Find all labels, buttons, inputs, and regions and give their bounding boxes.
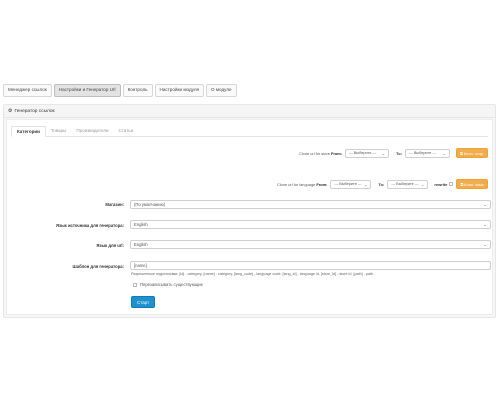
clone-store-label: Clone url for store From: bbox=[299, 150, 343, 156]
template-input-value: [name] bbox=[134, 263, 147, 268]
top-tabs: Менеджер ссылок Настройки и Генератор Ur… bbox=[3, 84, 237, 97]
overwrite-label: Перезаписывать существующие bbox=[140, 282, 203, 287]
chevron-down-icon: ⌄ bbox=[364, 181, 368, 187]
clone-store-to-label: To: bbox=[396, 150, 402, 156]
overwrite-checkbox[interactable] bbox=[133, 282, 137, 287]
url-language-label: Язык для url: bbox=[96, 243, 124, 248]
clone-store-row: Clone url for store From: --- Выберите -… bbox=[299, 148, 488, 158]
clone-language-row: Clone url for language From: --- Выберит… bbox=[277, 179, 488, 189]
source-language-label: Язык источника для генератора: bbox=[56, 223, 124, 228]
copy-icon: ⧉ bbox=[459, 150, 463, 156]
clone-language-to-value: --- Выберите --- bbox=[391, 182, 419, 186]
store-label: Магазин: bbox=[105, 202, 124, 207]
clone-store-button-label: Клон. стор. bbox=[463, 150, 484, 156]
subtab-categories[interactable]: Категории bbox=[11, 126, 46, 137]
clone-store-button[interactable]: ⧉ Клон. стор. bbox=[455, 148, 488, 158]
clone-language-from-value: --- Выберите --- bbox=[334, 182, 362, 186]
panel-title: Генератор ссылок bbox=[14, 108, 55, 114]
copy-icon: ⧉ bbox=[460, 181, 464, 187]
source-language-value: English bbox=[134, 222, 148, 227]
subtab-manufacturers[interactable]: Производители bbox=[71, 126, 113, 134]
chevron-down-icon: ⌄ bbox=[483, 241, 487, 247]
rewrite-label: rewrite bbox=[434, 181, 448, 187]
store-select[interactable]: (По умолчанию) ⌄ bbox=[130, 200, 491, 209]
tab-module-settings[interactable]: Настройки модуля bbox=[154, 84, 204, 97]
source-language-select[interactable]: English ⌄ bbox=[130, 220, 491, 229]
url-language-select[interactable]: English ⌄ bbox=[130, 240, 491, 249]
template-help-text: Разрешенные подстановки: [id] - category… bbox=[131, 272, 374, 276]
tab-link-manager[interactable]: Менеджер ссылок bbox=[3, 84, 52, 97]
clone-language-from-select[interactable]: --- Выберите --- ⌄ bbox=[330, 179, 372, 189]
chevron-down-icon: ⌄ bbox=[420, 181, 425, 187]
tab-about-module[interactable]: О модуле bbox=[206, 84, 237, 97]
chevron-down-icon: ⌄ bbox=[483, 221, 487, 227]
chevron-down-icon: ⌄ bbox=[442, 150, 446, 156]
clone-store-from-select[interactable]: --- Выберите --- ⌄ bbox=[345, 148, 390, 158]
generator-icon: ⚙ bbox=[8, 108, 13, 114]
chevron-down-icon: ⌄ bbox=[483, 201, 487, 207]
panel-header: ⚙ Генератор ссылок bbox=[4, 105, 495, 118]
template-input[interactable]: [name] bbox=[130, 261, 491, 270]
clone-store-to-value: --- Выберите --- bbox=[408, 151, 437, 155]
start-button[interactable]: Старт bbox=[131, 296, 156, 308]
template-label: Шаблон для генератора: bbox=[72, 264, 124, 269]
chevron-down-icon: ⌄ bbox=[381, 150, 386, 156]
sub-tabs: Категории Товары Производители Статьи bbox=[11, 126, 488, 137]
subtab-articles[interactable]: Статьи bbox=[114, 126, 139, 134]
url-language-value: English bbox=[134, 242, 148, 247]
tab-url-generator-settings[interactable]: Настройки и Генератор Url bbox=[53, 84, 121, 97]
clone-language-to-select[interactable]: --- Выберите --- ⌄ bbox=[387, 179, 429, 189]
generator-panel: ⚙ Генератор ссылок Категории Товары Прои… bbox=[3, 104, 496, 318]
clone-store-from-value: --- Выберите --- bbox=[349, 151, 377, 155]
clone-language-to-label: To: bbox=[378, 181, 385, 187]
store-select-value: (По умолчанию) bbox=[134, 202, 166, 207]
clone-language-label: Clone url for language From: bbox=[277, 181, 328, 187]
rewrite-checkbox[interactable] bbox=[449, 182, 454, 186]
clone-language-button[interactable]: ⧉ Клон. язык bbox=[456, 179, 488, 189]
tab-control[interactable]: Контроль bbox=[122, 84, 153, 97]
clone-store-to-select[interactable]: --- Выберите --- ⌄ bbox=[404, 148, 450, 158]
subtab-products[interactable]: Товары bbox=[46, 126, 71, 134]
overwrite-row: Перезаписывать существующие bbox=[133, 282, 203, 287]
clone-language-button-label: Клон. язык bbox=[464, 181, 484, 187]
